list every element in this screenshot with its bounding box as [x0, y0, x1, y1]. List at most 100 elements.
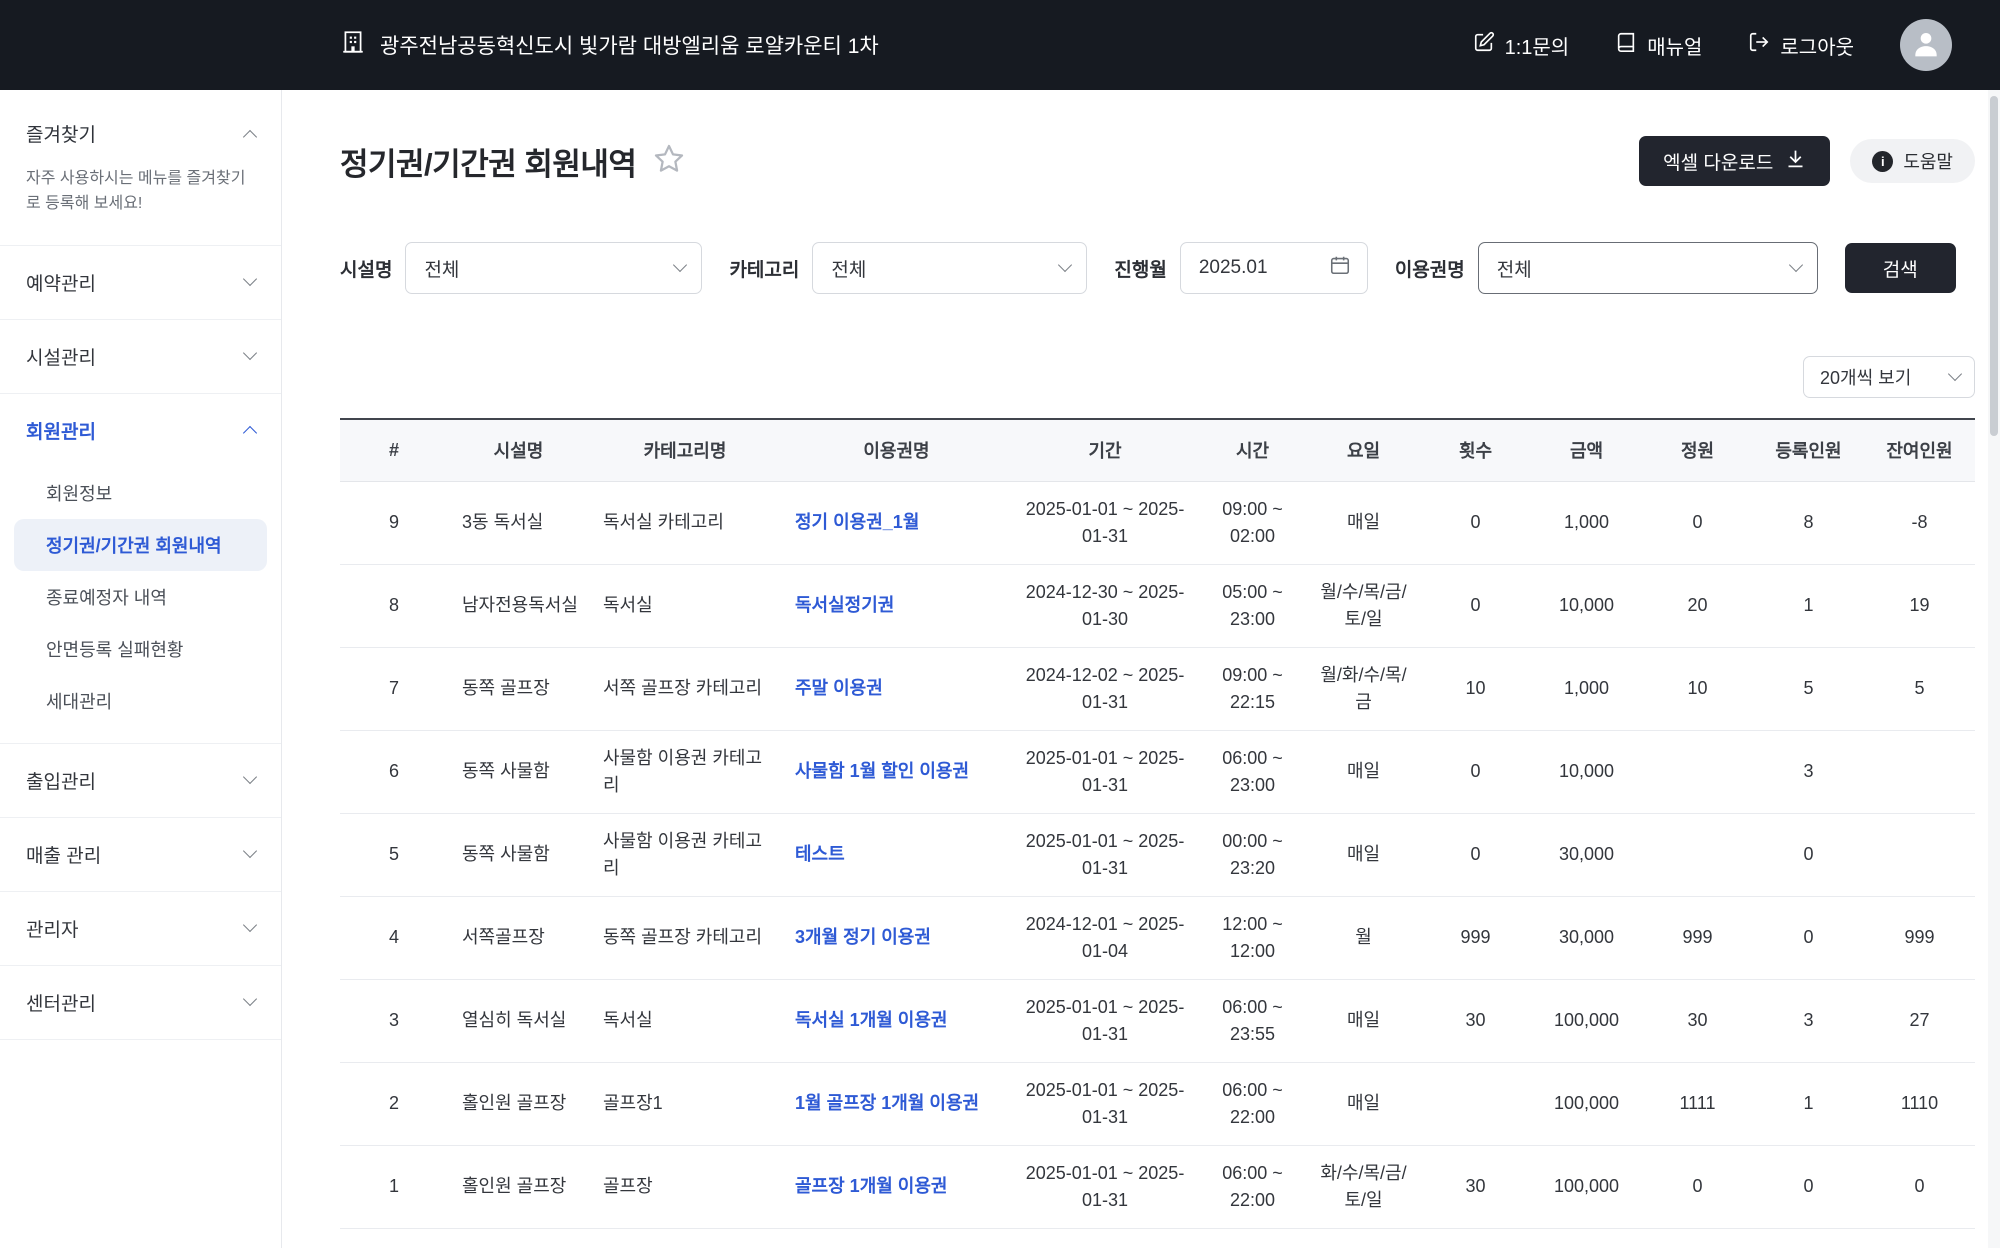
cell-ticket: 정기 이용권_1월: [781, 481, 1012, 565]
cell-registered: 3: [1753, 730, 1864, 814]
sidebar-item-access-management[interactable]: 출입관리: [0, 744, 281, 817]
cell-registered: 1: [1753, 564, 1864, 648]
sidebar-menu-group: 예약관리: [0, 246, 281, 320]
column-header: 등록인원: [1753, 418, 1864, 482]
sidebar-menu-group: 회원관리 회원정보 정기권/기간권 회원내역 종료예정자 내역 안면등록 실패현황 세대관…: [0, 394, 281, 744]
cell-category: 사물함 이용권 카테고리: [589, 813, 781, 897]
month-filter-label: 진행월: [1114, 259, 1167, 281]
cell-ticket: 테스트: [781, 813, 1012, 897]
favorite-star-icon[interactable]: [652, 142, 686, 181]
chevron-down-icon: [242, 770, 258, 785]
cell-num: 8: [340, 564, 448, 648]
cell-count: [1420, 1062, 1531, 1146]
help-button[interactable]: i 도움말: [1850, 139, 1975, 183]
favorites-header[interactable]: 즐겨찾기: [26, 120, 258, 147]
scrollbar[interactable]: [1988, 90, 2000, 1248]
month-input-value: 2025.01: [1198, 257, 1268, 278]
scrollbar-thumb[interactable]: [1990, 96, 1998, 436]
chevron-down-icon: [1788, 257, 1803, 273]
table-row: 2 홀인원 골프장 골프장1 1월 골프장 1개월 이용권 2025-01-01 ~ 2…: [340, 1062, 1975, 1146]
cell-days: 매일: [1307, 1062, 1420, 1146]
sidebar-menu-group: 시설관리: [0, 320, 281, 394]
cell-period: 2025-01-01 ~ 2025-01-31: [1012, 1062, 1198, 1146]
cell-days: 화/수/목/금/토/일: [1307, 1145, 1420, 1229]
sidebar-item-facility-management[interactable]: 시설관리: [0, 320, 281, 393]
cell-days: 매일: [1307, 813, 1420, 897]
cell-days: 매일: [1307, 481, 1420, 565]
cell-facility: 동쪽 사물함: [448, 813, 589, 897]
manual-link[interactable]: 매뉴얼: [1615, 31, 1702, 60]
ticket-link[interactable]: 골프장 1개월 이용권: [795, 1176, 948, 1196]
cell-capacity: 999: [1642, 896, 1753, 980]
sidebar-subitem-membership-history[interactable]: 정기권/기간권 회원내역: [14, 518, 267, 571]
cell-amount: 30,000: [1531, 896, 1642, 980]
inquiry-link[interactable]: 1:1문의: [1473, 31, 1570, 60]
site-selector[interactable]: 광주전남공동혁신도시 빛가람 대방엘리움 로얄카운티 1차: [340, 29, 879, 61]
category-select[interactable]: 전체: [812, 242, 1088, 294]
column-header: 시설명: [448, 418, 589, 482]
page-header: 정기권/기간권 회원내역 엑셀 다운로드 i 도움말: [340, 136, 1975, 186]
ticket-link[interactable]: 독서실정기권: [795, 595, 894, 615]
cell-facility: 홀인원 골프장: [448, 1145, 589, 1229]
sidebar-subitem-face-registration-failures[interactable]: 안면등록 실패현황: [0, 623, 281, 675]
logout-link[interactable]: 로그아웃: [1748, 31, 1854, 60]
column-header: 이용권명: [781, 418, 1012, 482]
sidebar-submenu: 회원정보 정기권/기간권 회원내역 종료예정자 내역 안면등록 실패현황 세대관리: [0, 467, 281, 743]
table-row: 1 홀인원 골프장 골프장 골프장 1개월 이용권 2025-01-01 ~ 2025-…: [340, 1145, 1975, 1229]
cell-time: 00:00 ~ 23:20: [1198, 813, 1307, 897]
excel-download-button[interactable]: 엑셀 다운로드: [1639, 136, 1831, 186]
ticket-link[interactable]: 주말 이용권: [795, 678, 883, 698]
ticket-link[interactable]: 1월 골프장 1개월 이용권: [795, 1093, 979, 1113]
sidebar-item-sales-management[interactable]: 매출 관리: [0, 818, 281, 891]
sidebar-menu-group: 관리자: [0, 892, 281, 966]
cell-category: 독서실: [589, 564, 781, 648]
sidebar-item-administrator[interactable]: 관리자: [0, 892, 281, 965]
page-size-select[interactable]: 20개씩 보기: [1803, 356, 1975, 398]
cell-capacity: [1642, 730, 1753, 814]
cell-amount: 1,000: [1531, 647, 1642, 731]
cell-remaining: 0: [1864, 1145, 1975, 1229]
sidebar-menu-group: 센터관리: [0, 966, 281, 1040]
sidebar-item-center-management[interactable]: 센터관리: [0, 966, 281, 1039]
table-row: 4 서쪽골프장 동쪽 골프장 카테고리 3개월 정기 이용권 2024-12-01 ~ …: [340, 896, 1975, 980]
cell-count: 0: [1420, 481, 1531, 565]
cell-registered: 0: [1753, 896, 1864, 980]
ticket-link[interactable]: 독서실 1개월 이용권: [795, 1010, 948, 1030]
cell-ticket: 사물함 1월 할인 이용권: [781, 730, 1012, 814]
manual-label: 매뉴얼: [1647, 36, 1703, 59]
cell-registered: 3: [1753, 979, 1864, 1063]
sidebar-subitem-household-management[interactable]: 세대관리: [0, 675, 281, 727]
cell-period: 2024-12-01 ~ 2025-01-04: [1012, 896, 1198, 980]
sidebar-item-member-management[interactable]: 회원관리: [0, 394, 281, 467]
ticket-select[interactable]: 전체: [1477, 242, 1818, 294]
column-header: 카테고리명: [589, 418, 781, 482]
logout-icon: [1748, 31, 1770, 59]
inquiry-label: 1:1문의: [1504, 36, 1570, 59]
sidebar-subitem-expiring-members[interactable]: 종료예정자 내역: [0, 571, 281, 623]
search-button[interactable]: 검색: [1844, 243, 1956, 293]
cell-count: 30: [1420, 1145, 1531, 1229]
cell-category: 독서실: [589, 979, 781, 1063]
chevron-down-icon: [1947, 366, 1963, 382]
ticket-link[interactable]: 사물함 1월 할인 이용권: [795, 761, 969, 781]
sidebar-subitem-member-info[interactable]: 회원정보: [0, 467, 281, 519]
cell-period: 2024-12-02 ~ 2025-01-31: [1012, 647, 1198, 731]
cell-count: 30: [1420, 979, 1531, 1063]
cell-count: 999: [1420, 896, 1531, 980]
cell-count: 0: [1420, 730, 1531, 814]
column-header: 잔여인원: [1864, 418, 1975, 482]
topbar-actions: 1:1문의 매뉴얼 로그아웃: [1473, 19, 1952, 71]
avatar[interactable]: [1900, 19, 1952, 71]
chevron-down-icon: [242, 272, 258, 287]
facility-select[interactable]: 전체: [405, 242, 703, 294]
sidebar-item-label: 시설관리: [26, 347, 96, 369]
ticket-link[interactable]: 정기 이용권_1월: [795, 512, 919, 532]
column-header: 시간: [1198, 418, 1307, 482]
cell-remaining: [1864, 813, 1975, 897]
month-input[interactable]: 2025.01: [1179, 242, 1368, 294]
download-icon: [1785, 148, 1806, 175]
ticket-link[interactable]: 3개월 정기 이용권: [795, 927, 931, 947]
ticket-link[interactable]: 테스트: [795, 844, 845, 864]
sidebar-item-label: 관리자: [26, 919, 79, 941]
sidebar-item-reservation-management[interactable]: 예약관리: [0, 246, 281, 319]
